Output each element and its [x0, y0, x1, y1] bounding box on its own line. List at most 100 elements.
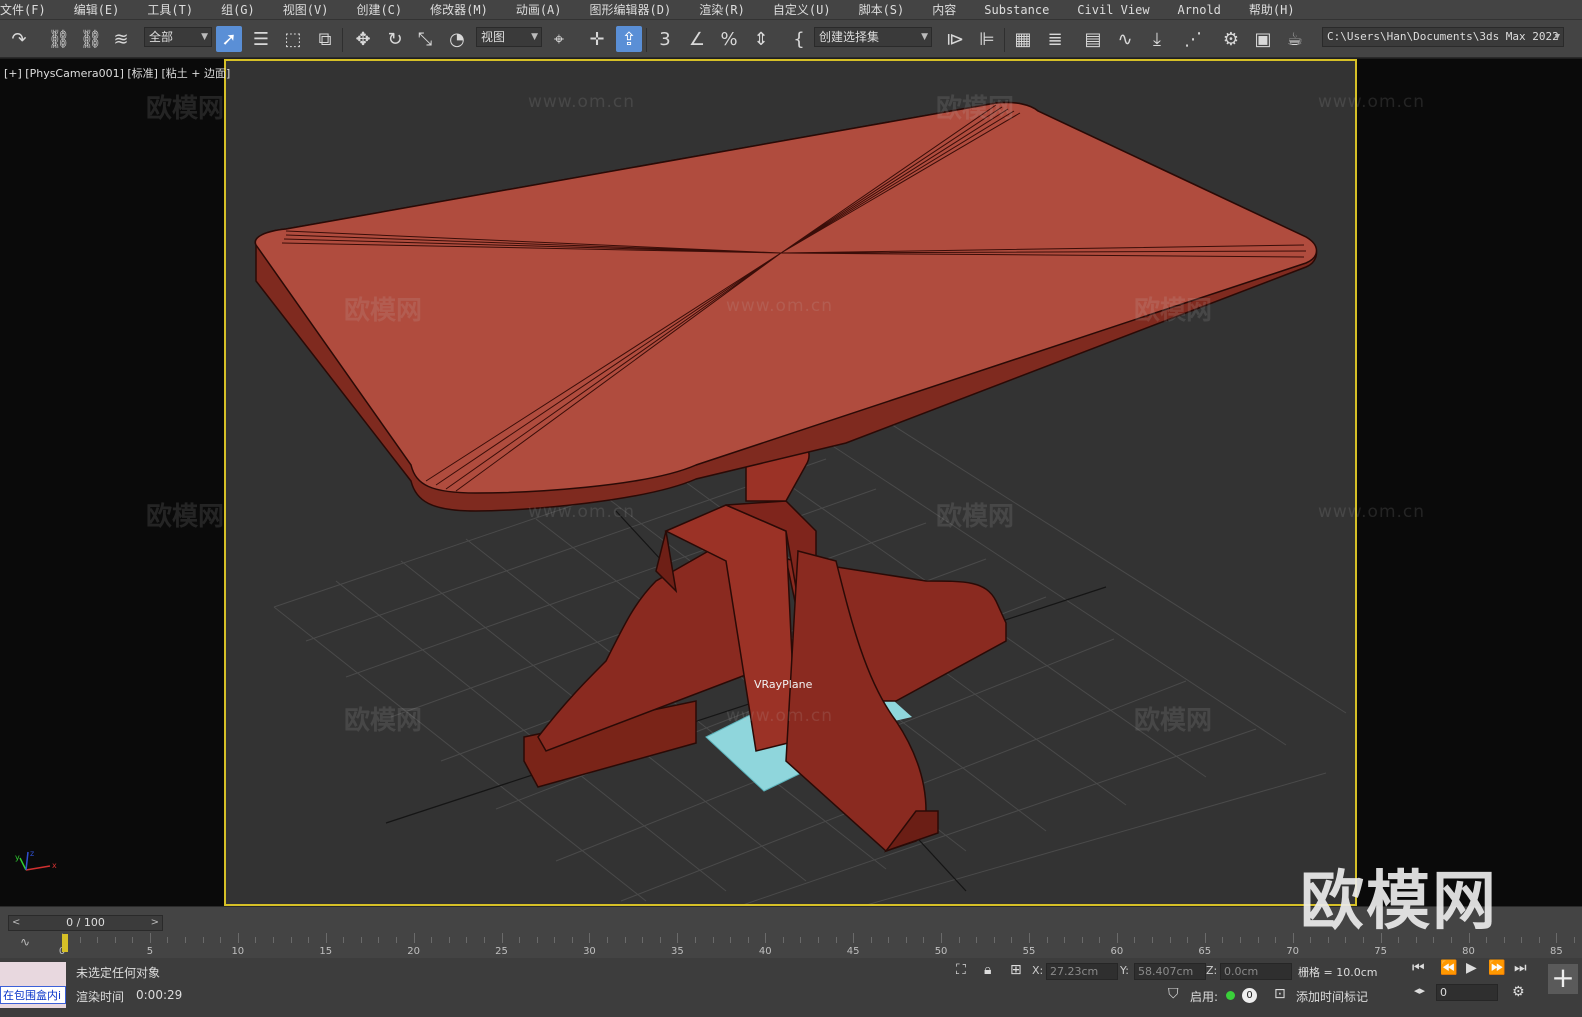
go-to-start-icon[interactable]: ⏮: [1412, 960, 1425, 976]
select-object-icon[interactable]: ➚: [216, 26, 242, 52]
window-crossing-icon[interactable]: ⧉: [312, 26, 338, 52]
menu-bar: 文件(F) 编辑(E) 工具(T) 组(G) 视图(V) 创建(C) 修改器(M) 动画(A)…: [0, 0, 1582, 20]
chevron-down-icon: ▼: [531, 32, 538, 42]
play-icon[interactable]: ▶: [1466, 960, 1477, 976]
isolate-selection-icon[interactable]: ⛶: [956, 962, 966, 978]
go-to-end-icon[interactable]: ⏭: [1514, 960, 1527, 976]
scene-explorer-icon[interactable]: ▦: [1010, 26, 1036, 52]
timeline-tick: [1204, 933, 1206, 943]
material-editor-icon[interactable]: ⋰: [1180, 26, 1206, 52]
ribbon-icon[interactable]: ▤: [1080, 26, 1106, 52]
viewport-label[interactable]: [+] [PhysCamera001] [标准] [粘土 + 边面]: [4, 65, 230, 81]
timeline-tick-label: 20: [407, 946, 420, 957]
timeline-tick: [958, 937, 960, 943]
next-frame-icon[interactable]: ⏩: [1488, 960, 1505, 976]
menu-item[interactable]: Substance: [970, 3, 1063, 17]
time-config-icon[interactable]: ⚙: [1512, 984, 1525, 1000]
render-setup-icon[interactable]: ⚙: [1218, 26, 1244, 52]
timeline-tick: [888, 937, 890, 943]
keyboard-shortcut-icon[interactable]: ⇪: [616, 26, 642, 52]
menu-item[interactable]: 编辑(E): [60, 1, 134, 18]
angle-snap-icon[interactable]: ∠: [684, 26, 710, 52]
timeline-tick: [976, 937, 978, 943]
undo-icon[interactable]: ↷: [6, 26, 32, 52]
menu-item[interactable]: 脚本(S): [845, 1, 919, 18]
chevron-right-icon[interactable]: >: [151, 916, 159, 930]
edit-named-sets-icon[interactable]: {: [786, 26, 812, 52]
link-icon[interactable]: ⛓: [46, 26, 72, 52]
time-slider[interactable]: < 0 / 100 >: [8, 915, 163, 931]
selection-filter-dropdown[interactable]: 全部 ▼: [144, 27, 212, 47]
key-mode-icon[interactable]: ◂▸: [1414, 984, 1425, 997]
previous-frame-icon[interactable]: ⏪: [1440, 960, 1457, 976]
rotate-icon[interactable]: ↻: [382, 26, 408, 52]
align-icon[interactable]: ⊫: [974, 26, 1000, 52]
menu-item[interactable]: 视图(V): [269, 1, 343, 18]
y-coord-field[interactable]: 58.407cm: [1134, 963, 1206, 980]
chevron-left-icon[interactable]: <: [12, 916, 20, 930]
move-icon[interactable]: ✥: [350, 26, 376, 52]
menu-item[interactable]: Civil View: [1063, 3, 1163, 17]
perspective-viewport[interactable]: VRayPlane: [224, 59, 1357, 906]
menu-item[interactable]: 图形编辑器(D): [576, 1, 686, 18]
timeline-tick: [870, 937, 872, 943]
scale-icon[interactable]: ⤡: [412, 26, 438, 52]
timeline-tick: [290, 937, 292, 943]
layer-explorer-icon[interactable]: ≣: [1042, 26, 1068, 52]
timeline-tick: [1028, 933, 1030, 943]
menu-item[interactable]: 内容: [918, 1, 970, 18]
timeline-tick: [132, 937, 134, 943]
maxscript-line[interactable]: 在包围盒内i: [0, 986, 66, 1004]
menu-item[interactable]: 组(G): [207, 1, 269, 18]
menu-item[interactable]: 自定义(U): [759, 1, 845, 18]
spinner-snap-icon[interactable]: ⇕: [748, 26, 774, 52]
unlink-icon[interactable]: ⛓: [78, 26, 104, 52]
svg-text:y: y: [15, 853, 20, 862]
z-coord-field[interactable]: 0.0cm: [1220, 963, 1292, 980]
named-selection-dropdown[interactable]: 创建选择集 ▼: [814, 27, 932, 47]
menu-item[interactable]: Arnold: [1164, 3, 1235, 17]
ref-coord-dropdown[interactable]: 视图 ▼: [476, 27, 542, 47]
toolbar-separator: [342, 28, 343, 52]
snap-3d-icon[interactable]: 3: [652, 26, 678, 52]
timeline-tick: [448, 937, 450, 943]
timeline-tick: [1538, 937, 1540, 943]
timeline-tick: [149, 933, 151, 943]
timeline-tick: [1116, 933, 1118, 943]
menu-item[interactable]: 工具(T): [133, 1, 207, 18]
menu-item[interactable]: 动画(A): [502, 1, 576, 18]
menu-item[interactable]: 帮助(H): [1235, 1, 1309, 18]
time-tag-icon[interactable]: ⊡: [1274, 986, 1286, 1002]
maxscript-listener[interactable]: 在包围盒内i: [0, 962, 66, 1008]
menu-item[interactable]: 修改器(M): [416, 1, 502, 18]
rendered-frame-icon[interactable]: ▣: [1250, 26, 1276, 52]
select-by-name-icon[interactable]: ☰: [248, 26, 274, 52]
rect-selection-icon[interactable]: ⬚: [280, 26, 306, 52]
x-coord-field[interactable]: 27.23cm: [1046, 963, 1118, 980]
timeline-tick: [1275, 937, 1277, 943]
project-path-dropdown[interactable]: C:\Users\Han\Documents\3ds Max 2022 ▼: [1322, 27, 1564, 47]
mini-curve-editor-icon[interactable]: ∿: [20, 935, 30, 949]
placement-icon[interactable]: ◔: [444, 26, 470, 52]
current-frame-field[interactable]: 0: [1436, 984, 1498, 1001]
schematic-icon[interactable]: ⤓: [1144, 26, 1170, 52]
render-icon[interactable]: ☕: [1282, 26, 1308, 52]
timeline-tick: [941, 933, 943, 943]
pivot-icon[interactable]: ⌖: [546, 26, 572, 52]
timeline-tick-label: 35: [670, 946, 684, 957]
menu-item[interactable]: 渲染(R): [685, 1, 759, 18]
add-key-icon[interactable]: +: [1548, 964, 1578, 994]
curve-editor-icon[interactable]: ∿: [1112, 26, 1138, 52]
time-slider-handle[interactable]: [62, 934, 68, 952]
manipulate-icon[interactable]: ✛: [584, 26, 610, 52]
menu-item[interactable]: 文件(F): [0, 1, 60, 18]
add-time-tag[interactable]: 添加时间标记: [1296, 988, 1368, 1005]
enable-count[interactable]: 0: [1242, 988, 1257, 1003]
bind-space-warp-icon[interactable]: ≋: [108, 26, 134, 52]
lock-selection-icon[interactable]: 🔒︎: [984, 962, 991, 978]
menu-item[interactable]: 创建(C): [342, 1, 416, 18]
percent-snap-icon[interactable]: %: [716, 26, 742, 52]
adaptive-degradation-icon[interactable]: ⛉: [1168, 986, 1179, 1002]
mirror-icon[interactable]: ⧐: [942, 26, 968, 52]
absolute-mode-icon[interactable]: ⊞: [1010, 962, 1022, 978]
